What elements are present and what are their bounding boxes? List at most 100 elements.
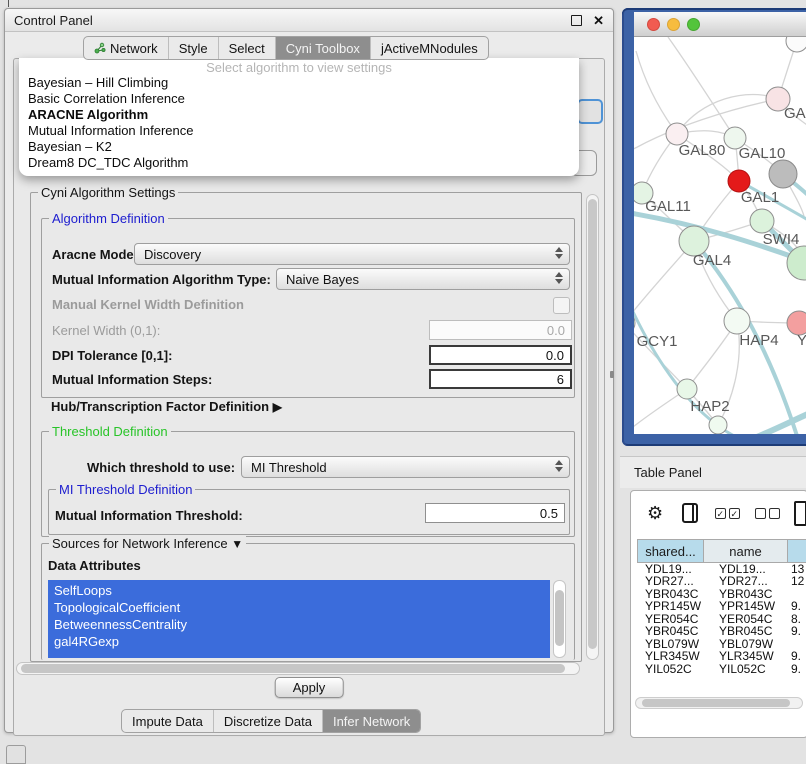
expanded-arrow-icon: ▼ — [231, 537, 243, 551]
table-cell: 9. — [788, 625, 806, 637]
table-cell: 9. — [788, 663, 806, 675]
dpi-tolerance-input[interactable]: 0.0 — [429, 345, 572, 365]
tab-discretize-data[interactable]: Discretize Data — [213, 710, 322, 732]
table-row[interactable]: YIL052CYIL052C9. — [637, 663, 806, 675]
which-threshold-label: Which threshold to use: — [87, 460, 235, 475]
table-cell: YBR045C — [704, 625, 788, 637]
tab-network[interactable]: Network — [84, 37, 168, 59]
tab-cyni-toolbox[interactable]: Cyni Toolbox — [275, 37, 370, 59]
column-header-partial[interactable] — [788, 539, 806, 563]
new-table-icon[interactable] — [794, 501, 806, 526]
column-header-name[interactable]: name — [704, 539, 788, 563]
mi-steps-input[interactable]: 6 — [429, 369, 572, 389]
minimized-panel-tab[interactable] — [6, 745, 26, 764]
mi-threshold-group: MI Threshold Definition Mutual Informati… — [48, 489, 570, 535]
table-row[interactable]: YBR043CYBR043C — [637, 588, 806, 600]
table-panel-header: Table Panel — [620, 456, 806, 488]
settings-horizontal-scrollbar[interactable] — [16, 662, 580, 675]
deselect-all-checks-icon[interactable] — [755, 508, 780, 519]
network-node[interactable] — [769, 160, 797, 188]
algorithm-option-dream8-dc-tdc-algorithm[interactable]: Dream8 DC_TDC Algorithm — [19, 155, 579, 171]
float-window-icon[interactable] — [571, 15, 582, 26]
table-row[interactable]: YER054CYER054C8. — [637, 613, 806, 625]
tab-style[interactable]: Style — [168, 37, 218, 59]
panel-splitter-handle[interactable] — [610, 371, 614, 378]
network-node[interactable] — [786, 37, 806, 52]
tab-select[interactable]: Select — [218, 37, 275, 59]
network-window-titlebar — [634, 12, 806, 37]
sources-group-title[interactable]: Sources for Network Inference ▼ — [49, 536, 246, 551]
data-attributes-label: Data Attributes — [48, 558, 141, 573]
table-row[interactable]: YPR145WYPR145W9. — [637, 600, 806, 612]
tab-label: Impute Data — [132, 714, 203, 729]
table-row[interactable]: YDR27...YDR27...12 — [637, 575, 806, 587]
which-threshold-select[interactable]: MI Threshold — [241, 456, 570, 478]
network-node-swi4[interactable] — [750, 209, 774, 233]
manual-kernel-checkbox[interactable] — [553, 297, 570, 314]
table-cell — [788, 588, 806, 600]
tab-jactivemnodules[interactable]: jActiveMNodules — [370, 37, 488, 59]
network-node-hap4[interactable] — [724, 308, 750, 334]
table-row[interactable]: YDL19...YDL19...13 — [637, 563, 806, 575]
desktop: Control Panel ✕ NetworkStyleSelectCyni T… — [0, 0, 806, 762]
attribute-item-gal4rgexp[interactable]: gal4RGexp — [54, 633, 550, 650]
select-all-checks-icon[interactable]: ✓ ✓ — [715, 508, 740, 519]
table-row[interactable]: YBR045CYBR045C9. — [637, 625, 806, 637]
popup-placeholder: Select algorithm to view settings — [19, 60, 579, 75]
attributes-scrollbar[interactable] — [553, 580, 566, 658]
table-cell: YLR345W — [637, 650, 704, 662]
data-attributes-list[interactable]: SelfLoopsTopologicalCoefficientBetweenne… — [48, 580, 550, 658]
table-cell: YIL052C — [637, 663, 704, 675]
settings-vertical-scrollbar[interactable] — [586, 194, 599, 660]
aracne-mode-select[interactable]: Discovery — [134, 243, 570, 265]
tab-impute-data[interactable]: Impute Data — [122, 710, 213, 732]
node-label-gal4: GAL4 — [693, 252, 731, 269]
mi-threshold-input[interactable]: 0.5 — [425, 503, 565, 523]
tab-label: Cyni Toolbox — [286, 41, 360, 56]
close-icon[interactable]: ✕ — [593, 14, 604, 27]
tab-infer-network[interactable]: Infer Network — [322, 710, 420, 732]
algorithm-option-bayesian-hill-climbing[interactable]: Bayesian – Hill Climbing — [19, 75, 579, 91]
table-row[interactable]: YBL079WYBL079W — [637, 638, 806, 650]
gear-icon[interactable]: ⚙ — [647, 504, 663, 522]
table-toolbar: ⚙ ✓ ✓ — [631, 491, 806, 535]
column-header-shared-name[interactable]: shared... — [637, 539, 704, 563]
table-cell: 13 — [788, 563, 806, 575]
node-label-gal1: GAL1 — [741, 189, 779, 206]
table-row[interactable]: YLR345WYLR345W9. — [637, 650, 806, 662]
mi-threshold-label: Mutual Information Threshold: — [55, 508, 243, 523]
close-traffic-light-icon[interactable] — [647, 18, 660, 31]
hub-definition-toggle[interactable]: Hub/Transcription Factor Definition ▶ — [51, 399, 282, 414]
network-node[interactable] — [709, 416, 727, 434]
network-node-hap2[interactable] — [677, 379, 697, 399]
attribute-item-topologicalcoefficient[interactable]: TopologicalCoefficient — [54, 599, 550, 616]
zoom-traffic-light-icon[interactable] — [687, 18, 700, 31]
manual-kernel-label: Manual Kernel Width Definition — [52, 297, 244, 312]
mi-type-select[interactable]: Naive Bayes — [276, 268, 570, 290]
hub-definition-label: Hub/Transcription Factor Definition — [51, 399, 269, 414]
algorithm-option-basic-correlation-inference[interactable]: Basic Correlation Inference — [19, 91, 579, 107]
unchecked-box-icon — [755, 508, 766, 519]
stepper-arrows-icon — [555, 247, 563, 259]
mi-threshold-group-title: MI Threshold Definition — [56, 482, 195, 497]
table-horizontal-scrollbar[interactable] — [635, 697, 803, 709]
kernel-width-input: 0.0 — [429, 320, 572, 340]
node-label-y: Y — [797, 332, 806, 349]
attribute-item-selfloops[interactable]: SelfLoops — [54, 582, 550, 599]
algorithm-option-mutual-information-inference[interactable]: Mutual Information Inference — [19, 123, 579, 139]
checked-box-icon: ✓ — [715, 508, 726, 519]
tab-label: Infer Network — [333, 714, 410, 729]
attribute-item-betweennesscentrality[interactable]: BetweennessCentrality — [54, 616, 550, 633]
table-cell: YBL079W — [704, 638, 788, 650]
node-label-gal10: GAL10 — [739, 145, 786, 162]
network-canvas[interactable]: GALGAL80GAL10GAL1GAL11SWI4GAL4GCY1HAP4YH… — [634, 37, 806, 434]
algorithm-option-bayesian-k2[interactable]: Bayesian – K2 — [19, 139, 579, 155]
kernel-width-label: Kernel Width (0,1): — [52, 323, 160, 338]
bottom-tabbar: Impute Data Discretize Data Infer Network — [121, 709, 421, 733]
apply-button[interactable]: Apply — [275, 677, 344, 698]
table-panel: ⚙ ✓ ✓ shared... name YDL19...YDL19...13Y… — [630, 490, 806, 738]
stepper-arrows-icon — [555, 460, 563, 472]
algorithm-option-aracne-algorithm[interactable]: ARACNE Algorithm — [19, 107, 579, 123]
split-columns-icon[interactable] — [682, 503, 698, 523]
minimize-traffic-light-icon[interactable] — [667, 18, 680, 31]
